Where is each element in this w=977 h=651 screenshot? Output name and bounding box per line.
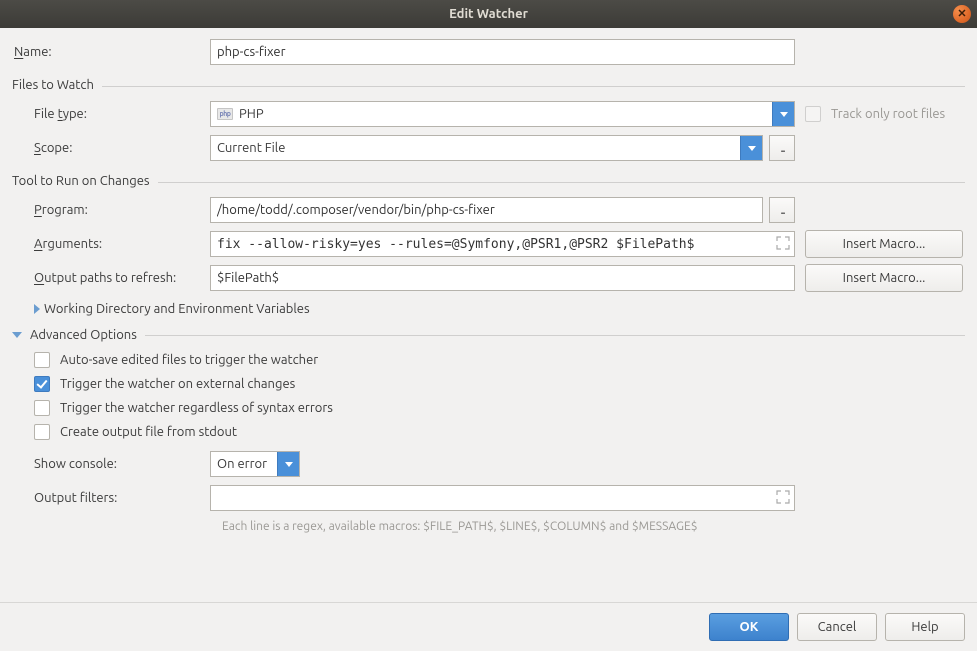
create-stdout-checkbox[interactable]: Create output file from stdout — [34, 424, 965, 440]
file-type-combo[interactable]: php PHP — [210, 101, 795, 127]
arguments-input[interactable] — [210, 231, 795, 257]
chevron-down-icon[interactable] — [277, 452, 299, 476]
dialog-content: Name: Files to Watch File type: php PHP … — [0, 28, 977, 602]
scope-browse-button[interactable]: ... — [769, 135, 795, 161]
name-label: ame: — [23, 45, 51, 59]
php-file-icon: php — [217, 108, 233, 120]
output-paths-input[interactable] — [210, 265, 795, 291]
program-browse-button[interactable]: ... — [769, 197, 795, 223]
trigger-external-checkbox[interactable]: Trigger the watcher on external changes — [34, 376, 965, 392]
scope-combo[interactable]: Current File — [210, 135, 763, 161]
chevron-down-icon — [12, 332, 22, 338]
show-console-label: Show console: — [34, 457, 117, 471]
section-files-to-watch: Files to Watch — [12, 78, 965, 92]
section-tool-to-run: Tool to Run on Changes — [12, 174, 965, 188]
trigger-syntax-checkbox[interactable]: Trigger the watcher regardless of syntax… — [34, 400, 965, 416]
help-button[interactable]: Help — [885, 613, 965, 641]
auto-save-checkbox[interactable]: Auto-save edited files to trigger the wa… — [34, 352, 965, 368]
close-icon[interactable]: ✕ — [953, 5, 971, 23]
dialog-footer: OK Cancel Help — [0, 602, 977, 651]
show-console-combo[interactable]: On error — [210, 451, 300, 477]
chevron-down-icon[interactable] — [740, 136, 762, 160]
chevron-down-icon[interactable] — [772, 102, 794, 126]
window-title: Edit Watcher — [449, 7, 528, 21]
program-input[interactable] — [210, 197, 763, 223]
working-dir-expander[interactable]: Working Directory and Environment Variab… — [12, 302, 965, 316]
output-filters-hint: Each line is a regex, available macros: … — [222, 520, 965, 533]
ok-button[interactable]: OK — [709, 613, 789, 641]
titlebar: Edit Watcher ✕ — [0, 0, 977, 28]
name-input[interactable] — [210, 39, 795, 65]
cancel-button[interactable]: Cancel — [797, 613, 877, 641]
track-only-root-checkbox: Track only root files — [805, 106, 945, 122]
output-filters-label: Output filters: — [34, 491, 117, 505]
advanced-options-expander[interactable]: Advanced Options — [12, 328, 965, 342]
output-filters-input[interactable] — [210, 485, 795, 511]
file-type-value: PHP — [239, 107, 264, 121]
insert-macro-args-button[interactable]: Insert Macro... — [805, 230, 963, 258]
insert-macro-output-button[interactable]: Insert Macro... — [805, 264, 963, 292]
chevron-right-icon — [34, 304, 40, 314]
show-console-value: On error — [217, 457, 267, 471]
scope-value: Current File — [217, 141, 285, 155]
